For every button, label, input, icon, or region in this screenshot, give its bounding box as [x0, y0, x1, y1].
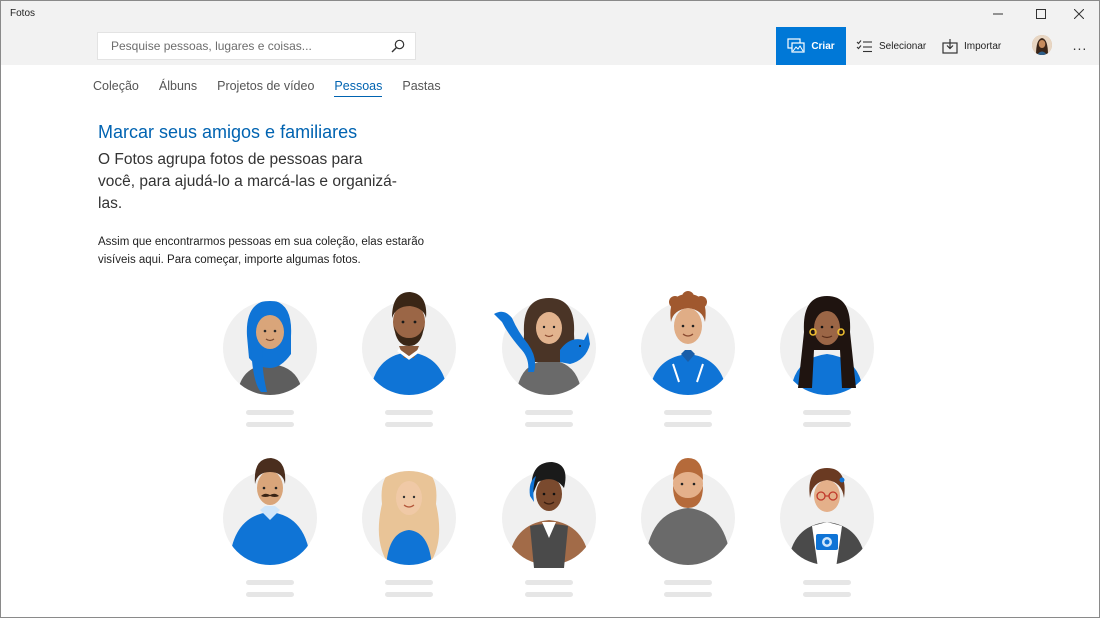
name-placeholder-bar	[525, 410, 573, 415]
maximize-button[interactable]	[1023, 1, 1059, 27]
person-card	[354, 288, 464, 438]
name-placeholder-bar	[525, 422, 573, 427]
person-long-hair-woman-illustration	[780, 296, 874, 395]
close-icon	[1074, 9, 1084, 19]
name-placeholder-bar	[803, 410, 851, 415]
person-card	[215, 458, 325, 608]
app-title: Fotos	[10, 8, 36, 19]
header-band: Fotos Criar	[1, 1, 1099, 65]
name-placeholder-bar	[664, 422, 712, 427]
person-card	[215, 288, 325, 438]
name-placeholder-bar	[246, 580, 294, 585]
avatar-icon	[1032, 35, 1052, 55]
name-placeholder-bar	[246, 592, 294, 597]
person-card	[633, 288, 743, 438]
tab-projetos-de-video[interactable]: Projetos de vídeo	[217, 79, 314, 97]
name-placeholder-bar	[664, 580, 712, 585]
name-placeholder-bar	[246, 410, 294, 415]
checklist-icon	[856, 40, 872, 53]
tab-albuns[interactable]: Álbuns	[159, 79, 197, 97]
person-card	[772, 458, 882, 608]
name-placeholder-bar	[385, 410, 433, 415]
name-placeholder-bar	[525, 592, 573, 597]
select-button[interactable]: Selecionar	[856, 27, 926, 65]
name-placeholder-bar	[525, 580, 573, 585]
search-box	[97, 32, 416, 60]
person-blonde-woman-illustration	[362, 471, 456, 565]
name-placeholder-bar	[664, 592, 712, 597]
name-placeholder-bar	[803, 422, 851, 427]
select-label: Selecionar	[879, 40, 927, 52]
person-bearded-man-illustration	[362, 292, 456, 395]
more-options-button[interactable]: ...	[1069, 35, 1091, 55]
search-input[interactable]	[98, 33, 378, 59]
search-icon[interactable]	[391, 39, 405, 58]
person-card	[772, 288, 882, 438]
app-window: Fotos Criar	[0, 0, 1100, 618]
page-heading: Marcar seus amigos e familiares	[98, 122, 358, 142]
account-avatar[interactable]	[1032, 35, 1052, 55]
import-icon	[942, 38, 958, 54]
import-button[interactable]: Importar	[942, 27, 1001, 65]
import-label: Importar	[964, 40, 1002, 52]
person-card	[633, 458, 743, 608]
name-placeholder-bar	[803, 580, 851, 585]
minimize-button[interactable]	[980, 1, 1016, 27]
person-bald-beard-man-illustration	[641, 458, 735, 565]
nav-tabs: Coleção Álbuns Projetos de vídeo Pessoas…	[93, 79, 461, 97]
person-woman-with-cat-illustration	[494, 298, 596, 395]
create-slideshow-icon	[787, 38, 805, 53]
person-curly-hair-man-illustration	[641, 291, 735, 395]
name-placeholder-bar	[385, 592, 433, 597]
name-placeholder-bar	[385, 580, 433, 585]
page-subheading: O Fotos agrupa fotos de pessoas para voc…	[98, 151, 397, 212]
name-placeholder-bar	[385, 422, 433, 427]
maximize-icon	[1036, 9, 1046, 19]
page-description: Assim que encontrarmos pessoas em sua co…	[98, 236, 424, 266]
tab-pessoas[interactable]: Pessoas	[334, 79, 383, 97]
create-button[interactable]: Criar	[776, 27, 846, 65]
name-placeholder-bar	[246, 422, 294, 427]
tab-colecao[interactable]: Coleção	[93, 79, 139, 97]
name-placeholder-bar	[803, 592, 851, 597]
person-card	[494, 288, 604, 438]
create-label: Criar	[811, 40, 835, 52]
person-mustache-man-illustration	[223, 458, 317, 565]
close-button[interactable]	[1061, 1, 1097, 27]
minimize-icon	[993, 13, 1003, 15]
person-glasses-woman-camera-illustration	[780, 468, 874, 568]
person-blue-hijab-illustration	[223, 301, 317, 395]
person-card	[494, 458, 604, 608]
tab-pastas[interactable]: Pastas	[402, 79, 440, 97]
person-card	[354, 458, 464, 608]
name-placeholder-bar	[664, 410, 712, 415]
person-vest-man-illustration	[502, 462, 596, 568]
